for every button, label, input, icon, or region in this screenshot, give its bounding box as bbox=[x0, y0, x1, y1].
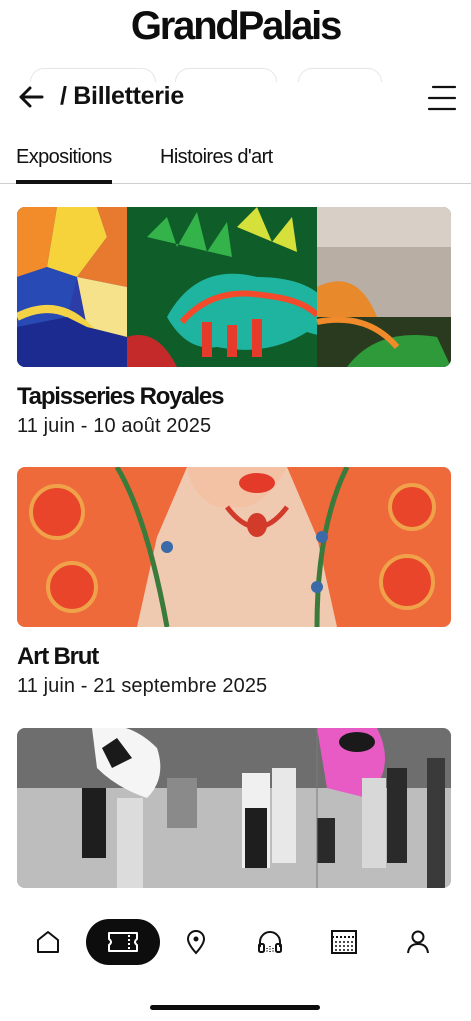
exhibition-dates: 11 juin - 10 août 2025 bbox=[17, 415, 212, 437]
exhibition-title: Art Brut bbox=[17, 643, 99, 670]
calendar-icon bbox=[331, 930, 357, 954]
menu-button[interactable] bbox=[425, 81, 459, 115]
location-pin-icon bbox=[186, 930, 206, 955]
nav-home[interactable] bbox=[22, 919, 74, 965]
exhibition-image bbox=[17, 728, 451, 888]
audioguide-icon bbox=[258, 931, 282, 953]
back-button[interactable] bbox=[14, 80, 48, 114]
nav-calendar[interactable] bbox=[318, 919, 370, 965]
nav-tickets[interactable] bbox=[86, 919, 160, 965]
exhibition-title: Tapisseries Royales bbox=[17, 383, 224, 410]
nav-profile[interactable] bbox=[392, 919, 444, 965]
exhibition-card-art-brut[interactable]: Art Brut 11 juin - 21 septembre 2025 bbox=[17, 467, 451, 698]
home-indicator[interactable] bbox=[150, 1005, 320, 1010]
home-icon bbox=[37, 931, 59, 953]
exhibition-image bbox=[17, 467, 451, 627]
ticket-icon bbox=[108, 932, 138, 952]
hamburger-menu-icon bbox=[427, 85, 457, 111]
exhibition-card-tapisseries[interactable]: Tapisseries Royales 11 juin - 10 août 20… bbox=[17, 207, 451, 438]
tab-bar: Expositions Histoires d'art bbox=[0, 140, 471, 184]
breadcrumb: / Billetterie bbox=[60, 82, 184, 110]
nav-audioguide[interactable] bbox=[244, 919, 296, 965]
brand-logo: GrandPalais bbox=[130, 4, 342, 48]
exhibition-dates: 11 juin - 21 septembre 2025 bbox=[17, 675, 268, 697]
tab-expositions[interactable]: Expositions bbox=[16, 146, 112, 184]
arrow-left-icon bbox=[19, 86, 44, 108]
exhibition-card-photo[interactable] bbox=[17, 728, 451, 888]
profile-icon bbox=[407, 930, 429, 954]
nav-map[interactable] bbox=[170, 919, 222, 965]
collapsed-toolbar bbox=[0, 68, 471, 82]
tab-histoires-d-art[interactable]: Histoires d'art bbox=[160, 146, 273, 184]
header-nav: / Billetterie bbox=[0, 78, 471, 116]
exhibition-image bbox=[17, 207, 451, 367]
bottom-navigation bbox=[0, 905, 471, 1021]
